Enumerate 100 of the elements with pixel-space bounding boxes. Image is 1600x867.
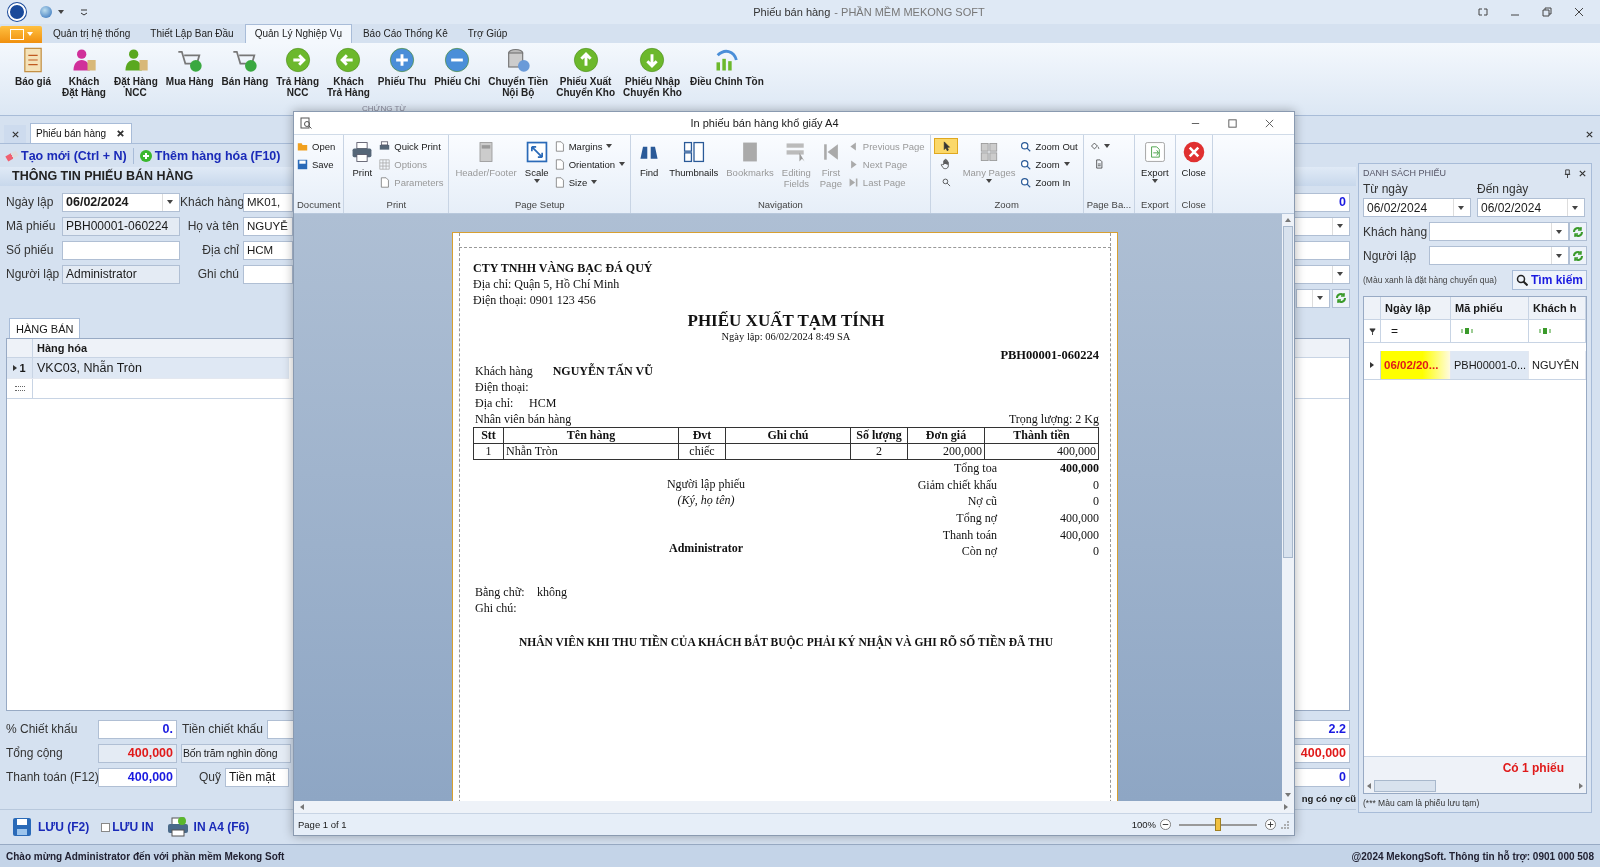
- grid-row[interactable]: 1 VKC03, Nhẫn Tròn: [7, 358, 289, 380]
- input-field[interactable]: NGUYỄ: [243, 216, 293, 236]
- ribbon-button[interactable]: Báo giá: [8, 45, 58, 87]
- grid-row[interactable]: 06/02/20... PBH00001-0... NGUYỄN: [1364, 351, 1586, 381]
- ribbon-tab[interactable]: Quản trị hệ thống: [44, 23, 140, 43]
- close-icon[interactable]: [1578, 168, 1587, 178]
- input-field[interactable]: 400,000: [1294, 743, 1350, 763]
- toolbar-button[interactable]: Margins: [553, 138, 628, 154]
- add-item-button[interactable]: Thêm hàng hóa (F10): [139, 149, 281, 164]
- zoom-in-button[interactable]: [1265, 819, 1276, 830]
- refresh-button[interactable]: [1569, 246, 1587, 266]
- input-field[interactable]: [266, 719, 295, 739]
- input-field[interactable]: PBH00001-060224: [62, 216, 180, 236]
- ribbon-button[interactable]: Điều Chỉnh Tồn: [685, 45, 768, 87]
- filter-operator[interactable]: =: [1381, 320, 1451, 343]
- toolbar-button[interactable]: Zoom In: [1020, 174, 1080, 190]
- column-header[interactable]: Khách h: [1529, 297, 1586, 320]
- date-field[interactable]: 06/02/2024: [1363, 198, 1471, 218]
- total-label: Tổng nợ: [955, 510, 997, 527]
- ribbon-button[interactable]: Đặt Hàng NCC: [109, 45, 162, 98]
- ribbon-tab[interactable]: Báo Cáo Thống Kê: [353, 23, 457, 43]
- refresh-button[interactable]: [1569, 222, 1587, 242]
- page-icon: [553, 140, 565, 152]
- globe-icon[interactable]: [40, 5, 52, 18]
- input-field[interactable]: 400,000: [98, 767, 177, 787]
- field-label: Tổng cộng: [5, 746, 64, 761]
- grid-tab[interactable]: HÀNG BÁN: [9, 318, 81, 339]
- close-icon[interactable]: [10, 129, 20, 139]
- zoom-out-button[interactable]: [1160, 819, 1171, 830]
- zoom-slider-thumb[interactable]: [1215, 817, 1221, 831]
- application-menu-button[interactable]: [0, 25, 42, 43]
- toolbar-button[interactable]: Open: [297, 138, 338, 154]
- new-button[interactable]: Tạo mới (Ctrl + N): [6, 149, 127, 164]
- save-record-button[interactable]: LƯU (F2): [10, 815, 90, 840]
- pin-icon[interactable]: [1563, 168, 1572, 178]
- save-print-checkbox[interactable]: LƯU IN: [101, 820, 154, 835]
- toolbar-button[interactable]: Quick Print: [379, 138, 446, 154]
- close-icon[interactable]: [1264, 117, 1275, 129]
- caret-icon: [1316, 296, 1323, 301]
- print-a4-button[interactable]: IN A4 (F6): [165, 815, 250, 840]
- group-label: Page Ba...: [1086, 199, 1132, 212]
- dropdown-field[interactable]: [1294, 264, 1350, 284]
- dropdown-field[interactable]: [1296, 288, 1330, 308]
- refresh-button[interactable]: [1332, 288, 1350, 308]
- document-tab[interactable]: Phiếu bán hàng: [30, 123, 133, 144]
- search-button[interactable]: Tìm kiếm: [1511, 270, 1587, 291]
- ribbon-button[interactable]: Phiếu Thu: [373, 45, 431, 87]
- close-icon[interactable]: [1573, 5, 1585, 18]
- ribbon-button[interactable]: Khách Đặt Hàng: [58, 45, 110, 98]
- date-field[interactable]: 06/02/2024: [62, 192, 180, 212]
- refresh-icon: [1572, 225, 1584, 238]
- toolbar-button[interactable]: Size: [553, 174, 628, 190]
- signature-title: Người lập phiếu: [666, 476, 746, 492]
- input-field[interactable]: HCM: [243, 240, 293, 260]
- input-field[interactable]: 400,000: [98, 743, 177, 763]
- ribbon-button[interactable]: Khách Trả Hàng: [323, 45, 374, 98]
- vertical-scrollbar[interactable]: [1282, 214, 1294, 801]
- input-field[interactable]: MK01,: [243, 192, 293, 212]
- tool-button[interactable]: [933, 138, 958, 154]
- ribbon-button[interactable]: Phiếu Xuất Chuyển Kho: [552, 45, 620, 98]
- customer-address: HCM: [529, 395, 557, 411]
- customize-icon[interactable]: [80, 7, 88, 16]
- column-header[interactable]: Mã phiếu: [1451, 297, 1529, 320]
- ribbon-button[interactable]: Phiếu Chi: [430, 45, 485, 87]
- close-icon[interactable]: [1584, 129, 1594, 139]
- dropdown-field[interactable]: [1294, 216, 1350, 236]
- column-header[interactable]: Hàng hóa: [33, 339, 88, 358]
- toolbar-button[interactable]: Orientation: [553, 156, 628, 172]
- input-field[interactable]: Administrator: [62, 264, 180, 284]
- ribbon-button[interactable]: Phiếu Nhập Chuyển Kho: [619, 45, 686, 98]
- ribbon-button[interactable]: Trả Hàng NCC: [272, 45, 324, 98]
- close-icon[interactable]: [116, 129, 126, 139]
- horizontal-scrollbar[interactable]: [1364, 779, 1586, 794]
- ribbon-button[interactable]: Chuyển Tiền Nội Bộ: [484, 45, 553, 98]
- resize-grip-icon[interactable]: [1280, 819, 1290, 830]
- input-field[interactable]: [62, 240, 180, 260]
- horizontal-scrollbar[interactable]: [294, 801, 1294, 813]
- dropdown-field[interactable]: [1429, 246, 1569, 266]
- input-field[interactable]: [243, 264, 293, 284]
- input-field[interactable]: 0: [1294, 192, 1350, 212]
- amount-in-words-field[interactable]: Bốn trăm nghìn đồng: [181, 743, 291, 763]
- text-filter-icon[interactable]: [1461, 327, 1473, 336]
- input-field[interactable]: [1294, 240, 1350, 260]
- dropdown-field[interactable]: Tiền mặt: [225, 767, 289, 787]
- ribbon-tab[interactable]: Trợ Giúp: [458, 23, 517, 43]
- toolbar-button[interactable]: Zoom Out: [1020, 138, 1080, 154]
- date-field[interactable]: 06/02/2024: [1477, 198, 1585, 218]
- ribbon-button[interactable]: Mua Hàng: [161, 45, 218, 87]
- input-field[interactable]: 0: [1294, 767, 1350, 787]
- maximize-icon[interactable]: [1541, 5, 1553, 18]
- ribbon-button[interactable]: Bán Hàng: [217, 45, 273, 87]
- group-label: Print: [385, 199, 408, 212]
- input-field[interactable]: 2.2: [1294, 719, 1350, 739]
- column-header[interactable]: Ngày lập: [1381, 297, 1451, 320]
- restore-layout-icon[interactable]: [1477, 5, 1489, 18]
- input-field[interactable]: 0.: [98, 719, 177, 739]
- maximize-icon[interactable]: [1227, 117, 1238, 129]
- dropdown-field[interactable]: [1429, 222, 1569, 242]
- ribbon-tab[interactable]: Thiết Lập Ban Đầu: [141, 23, 243, 43]
- text-filter-icon[interactable]: [1539, 327, 1551, 336]
